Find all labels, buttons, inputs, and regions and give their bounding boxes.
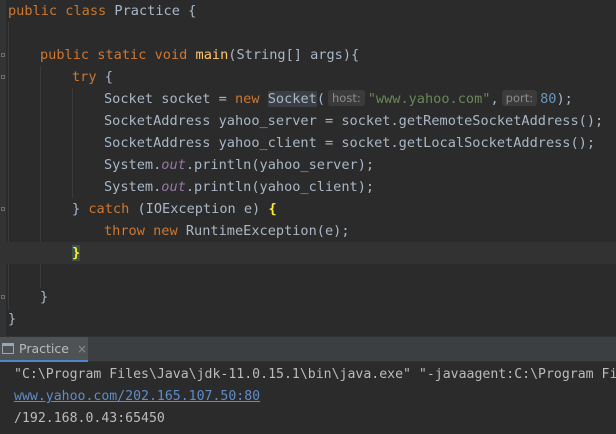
keyword: public (40, 47, 90, 63)
keyword: void (154, 47, 188, 63)
code-text: .println(yahoo_client); (185, 179, 375, 195)
keyword: public (8, 3, 58, 19)
code-text: RuntimeException(e); (177, 223, 350, 239)
fold-marker-icon[interactable] (1, 295, 5, 299)
code-text: (IOException e) (129, 201, 269, 217)
param-hint-port: port: (501, 90, 538, 106)
paren: ( (316, 91, 325, 107)
code-line-3[interactable]: public static void main(String[] args){ (8, 44, 359, 66)
params: (String[] args){ (228, 47, 360, 63)
code-line-11[interactable]: throw new RuntimeException(e); (8, 220, 350, 242)
static-field: out (161, 179, 186, 195)
code-line-6[interactable]: SocketAddress yahoo_server = socket.getR… (8, 110, 603, 132)
brace: { (188, 3, 197, 19)
code-editor[interactable]: public class Practice { public static vo… (0, 0, 616, 336)
keyword: catch (88, 201, 130, 217)
keyword: class (65, 3, 107, 19)
console-window-icon (2, 343, 14, 354)
tab-label: Practice (19, 341, 69, 356)
console-output-line[interactable]: "C:\Program Files\Java\jdk-11.0.15.1\bin… (14, 364, 616, 386)
keyword: new (234, 91, 260, 107)
keyword: new (153, 223, 178, 239)
static-field: out (161, 157, 186, 173)
code-text: SocketAddress yahoo_client = socket.getL… (104, 135, 596, 151)
matched-brace: } (72, 245, 81, 261)
comma: , (490, 91, 499, 107)
code-line-5[interactable]: Socket socket = new Socket(host: "www.yah… (8, 88, 573, 110)
method-name: main (195, 47, 229, 63)
string-literal: "www.yahoo.com" (367, 91, 491, 107)
code-text: Socket socket = (104, 91, 235, 107)
code-line-12-current[interactable]: } (0, 242, 616, 264)
code-line-8[interactable]: System.out.println(yahoo_server); (8, 154, 374, 176)
console-output-link[interactable]: www.yahoo.com/202.165.107.50:80 (14, 386, 260, 408)
editor-gutter (0, 0, 6, 336)
console-output-line[interactable]: /192.168.0.43:65450 (14, 408, 165, 430)
keyword: throw (104, 223, 145, 239)
code-line-4[interactable]: try { (8, 66, 113, 88)
tab-practice[interactable]: Practice × (0, 337, 88, 362)
code-line-9[interactable]: System.out.println(yahoo_client); (8, 176, 374, 198)
fold-marker-icon[interactable] (1, 207, 5, 211)
code-text: System. (104, 179, 162, 195)
fold-marker-icon[interactable] (1, 75, 5, 79)
class-reference: Socket (267, 91, 317, 107)
code-line-10[interactable]: } catch (IOException e) { (8, 198, 277, 220)
fold-marker-icon[interactable] (1, 53, 5, 57)
brace: { (104, 69, 113, 85)
code-line-15[interactable]: } (8, 308, 16, 330)
run-panel: Practice × "C:\Program Files\Java\jdk-11… (0, 336, 616, 434)
code-text: } (40, 289, 49, 305)
number-literal: 80 (540, 91, 557, 107)
code-text: } (72, 201, 89, 217)
code-line-7[interactable]: SocketAddress yahoo_client = socket.getL… (8, 132, 595, 154)
code-text: .println(yahoo_server); (185, 157, 375, 173)
code-line-14[interactable]: } (8, 286, 48, 308)
code-text: ); (556, 91, 573, 107)
param-hint-host: host: (328, 90, 365, 106)
run-tab-bar: Practice × (0, 336, 616, 362)
code-line-1[interactable]: public class Practice { (8, 0, 196, 22)
code-text: } (8, 311, 17, 327)
class-name: Practice (114, 3, 180, 19)
code-text: System. (104, 157, 162, 173)
keyword: static (97, 47, 147, 63)
code-text: SocketAddress yahoo_server = socket.getR… (104, 113, 604, 129)
close-icon[interactable]: × (77, 342, 87, 356)
matched-brace: { (268, 201, 277, 217)
keyword: try (72, 69, 97, 85)
